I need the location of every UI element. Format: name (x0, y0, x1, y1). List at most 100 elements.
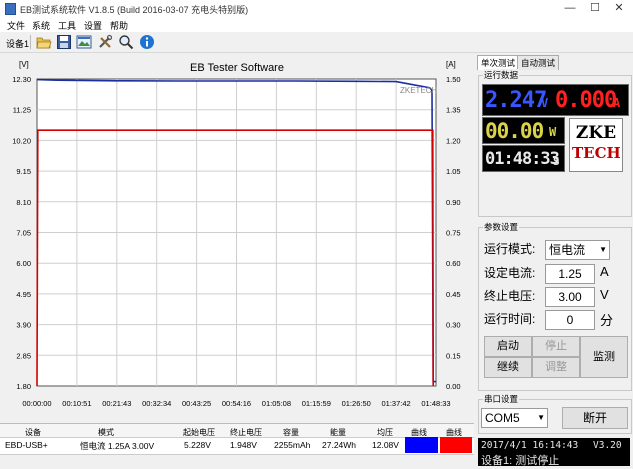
minimize-button[interactable]: — (558, 0, 582, 17)
menu-tools[interactable]: 工具 (58, 19, 76, 32)
y-left-tick-label: 6.00 (16, 259, 31, 268)
serial-title: 串口设置 (483, 393, 520, 405)
mode-select[interactable]: 恒电流 ▼ (545, 240, 610, 260)
header-end-voltage: 终止电压 (230, 428, 262, 437)
x-tick-label: 00:21:43 (102, 399, 131, 408)
y-right-tick-label: 0.30 (446, 321, 461, 330)
tab-auto-test[interactable]: 自动测试 (517, 55, 560, 70)
save-icon[interactable] (56, 34, 72, 50)
x-tick-label: 01:37:42 (381, 399, 410, 408)
mode-value: 恒电流 (549, 243, 586, 257)
info-icon[interactable] (139, 34, 155, 50)
com-chevron-down-icon[interactable]: ▼ (537, 409, 545, 427)
x-tick-label: 01:48:33 (421, 399, 450, 408)
zketech-logo: ZKE TECH (569, 118, 623, 172)
close-button[interactable]: ✕ (607, 0, 631, 17)
y-right-tick-label: 1.05 (446, 167, 461, 176)
voltage-readout: 2.247 (485, 88, 547, 113)
cell-device: EBD-USB+ (5, 440, 48, 450)
logo-bottom-text: TECH (572, 144, 621, 162)
status-datetime: 2017/4/1 16:14:43 (481, 440, 579, 451)
y-right-tick-label: 0.60 (446, 259, 461, 268)
maximize-button[interactable]: ☐ (583, 0, 607, 17)
zoom-icon[interactable] (118, 34, 134, 50)
chart-panel: 12.30 11.25 10.20 9.15 8.10 7.05 6.00 4.95 3.90 2… (0, 53, 474, 420)
y-right-tick-label: 0.15 (446, 351, 461, 360)
disconnect-button[interactable]: 断开 (562, 407, 628, 429)
title-bar: EB测试系统软件 V1.8.5 (Build 2016-03-07 充电头特别版… (0, 0, 633, 17)
y-right-tick-label: 1.35 (446, 106, 461, 115)
time-readout: 01:48:33 (485, 149, 560, 169)
curve-swatch-voltage[interactable] (405, 437, 438, 453)
time-display: 01:48:33 S (482, 145, 565, 172)
menu-bar: 文件 系统 工具 设置 帮助 (0, 17, 633, 32)
cutoff-voltage-input[interactable]: 3.00 (545, 287, 595, 307)
right-unit-label: [A] (446, 60, 456, 69)
menu-help[interactable]: 帮助 (110, 19, 128, 32)
header-device: 设备 (25, 428, 41, 437)
header-mode: 模式 (98, 428, 114, 437)
cell-end-voltage: 1.948V (230, 440, 257, 450)
stop-button[interactable]: 停止 (532, 336, 580, 357)
power-unit: W (549, 125, 556, 139)
y-left-tick-label: 9.15 (16, 167, 31, 176)
power-readout: 00.00 (485, 119, 544, 143)
x-tick-label: 00:00:00 (22, 399, 51, 408)
y-left-tick-label: 2.85 (16, 351, 31, 360)
monitor-button[interactable]: 监测 (580, 336, 628, 378)
image-icon[interactable] (76, 34, 92, 50)
power-display: 00.00 W (482, 117, 565, 144)
voltage-current-chart: 12.30 11.25 10.20 9.15 8.10 7.05 6.00 4.95 3.90 2… (0, 53, 474, 420)
x-tick-label: 00:43:25 (182, 399, 211, 408)
mode-label: 运行模式: (484, 242, 536, 256)
y-left-tick-label: 7.05 (16, 229, 31, 238)
cell-mode: 恒电流 1.25A 3.00V (80, 441, 155, 451)
toolbar: 设备1 (0, 32, 633, 53)
run-data-title: 运行数据 (483, 69, 520, 81)
cell-start-voltage: 5.228V (184, 440, 211, 450)
serial-group: 串口设置 COM5 ▼ 断开 (478, 393, 632, 434)
x-tick-label: 00:54:16 (222, 399, 251, 408)
params-title: 参数设置 (483, 221, 520, 233)
set-current-input[interactable]: 1.25 (545, 264, 595, 284)
cell-energy: 27.24Wh (322, 440, 357, 450)
continue-button[interactable]: 继续 (484, 357, 532, 378)
menu-system[interactable]: 系统 (32, 19, 50, 32)
menu-file[interactable]: 文件 (7, 19, 25, 32)
com-port-select[interactable]: COM5 ▼ (481, 408, 548, 428)
time-unit: S (553, 155, 560, 168)
results-table: 设备 模式 起始电压 终止电压 容量 能量 均压 曲线 曲线 EBD-USB+ … (0, 423, 474, 469)
device-label: 设备1 (6, 39, 30, 49)
chart-watermark: ZKETECH (400, 86, 438, 95)
voltage-unit: V (541, 96, 548, 110)
y-right-tick-label: 0.00 (446, 382, 461, 391)
window-title: EB测试系统软件 V1.8.5 (Build 2016-03-07 充电头特别版… (20, 5, 249, 15)
runtime-unit: 分 (600, 313, 614, 328)
folder-open-icon[interactable] (36, 34, 52, 50)
y-right-tick-label: 0.75 (446, 229, 461, 238)
curve-swatch-current[interactable] (440, 437, 472, 453)
x-tick-label: 01:05:08 (262, 399, 291, 408)
toolbar-separator (30, 35, 31, 49)
start-button[interactable]: 启动 (484, 336, 532, 357)
adjust-button[interactable]: 调整 (532, 357, 580, 378)
status-message: 设备1: 测试停止 (481, 455, 560, 467)
x-tick-label: 01:15:59 (302, 399, 331, 408)
y-left-tick-label: 1.80 (16, 382, 31, 391)
chevron-down-icon[interactable]: ▼ (599, 241, 607, 259)
chart-title: EB Tester Software (190, 62, 284, 74)
set-current-label: 设定电流: (484, 266, 536, 280)
cutoff-unit: V (600, 287, 609, 302)
header-capacity: 容量 (283, 428, 299, 437)
runtime-input[interactable]: 0 (545, 310, 595, 330)
y-left-tick-label: 10.20 (12, 136, 31, 145)
y-right-tick-label: 1.20 (446, 136, 461, 145)
y-right-tick-label: 1.50 (446, 75, 461, 84)
header-energy: 能量 (330, 428, 346, 437)
tools-icon[interactable] (97, 34, 113, 50)
x-tick-label: 00:32:34 (142, 399, 171, 408)
header-avg-voltage: 均压 (377, 428, 393, 437)
menu-settings[interactable]: 设置 (84, 19, 102, 32)
y-left-tick-label: 11.25 (13, 106, 31, 115)
tab-single-test[interactable]: 单次测试 (477, 55, 520, 70)
